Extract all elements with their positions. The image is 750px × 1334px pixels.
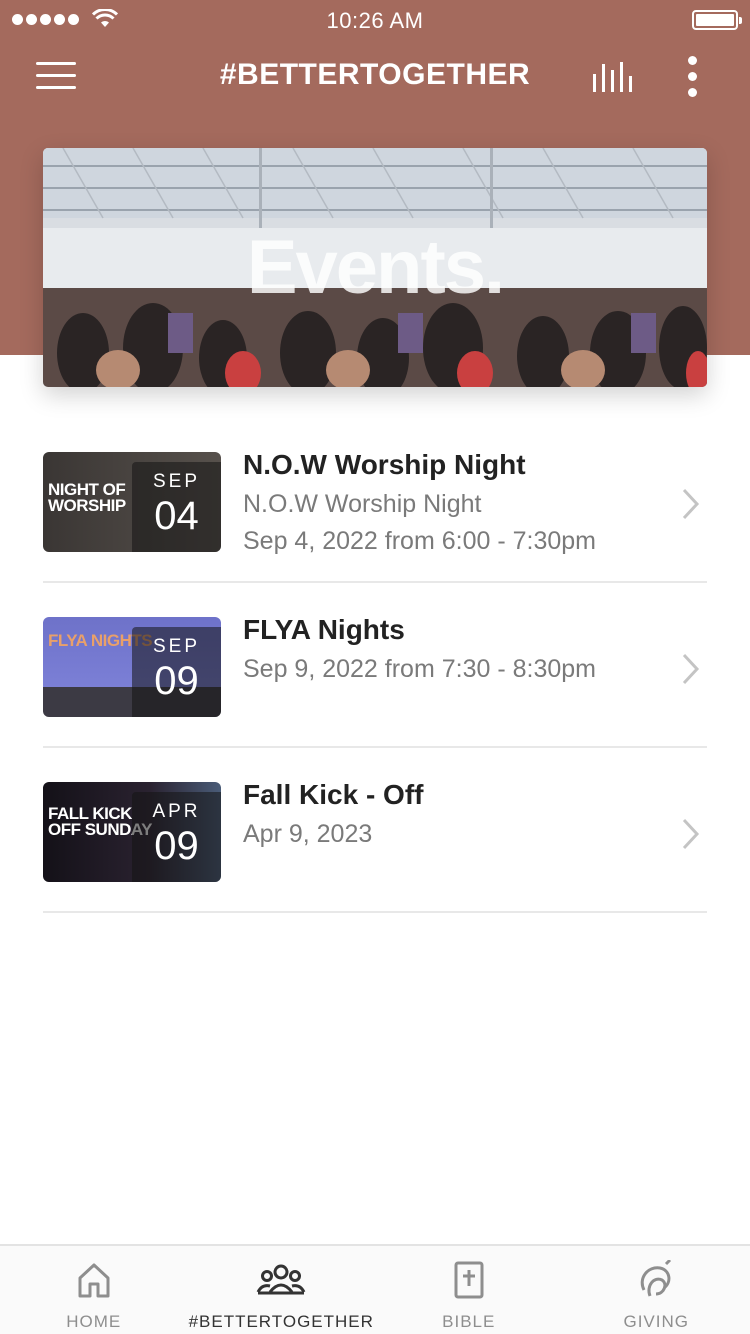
date-month: APR	[152, 801, 201, 822]
chevron-right-icon	[682, 653, 700, 685]
status-time: 10:26 AM	[326, 8, 424, 33]
date-month: SEP	[152, 471, 201, 492]
event-title: FLYA Nights	[243, 614, 405, 645]
tab-label: #BETTERTOGETHER	[188, 1312, 374, 1331]
date-day: 04	[154, 494, 199, 538]
event-date: Sep 4, 2022 from 6:00 - 7:30pm	[243, 527, 596, 555]
event-subtitle: N.O.W Worship Night	[243, 490, 482, 518]
event-row[interactable]: FALL KICK OFF SUNDAY APR 09 Fall Kick - …	[43, 748, 707, 913]
more-options-button[interactable]	[680, 56, 706, 98]
event-row[interactable]: FLYA NIGHTS SEP 09 FLYA Nights Sep 9, 20…	[43, 583, 707, 748]
event-thumbnail: FALL KICK OFF SUNDAY APR 09	[43, 782, 221, 882]
date-day: 09	[154, 824, 199, 868]
tab-bettertogether[interactable]: #BETTERTOGETHER	[188, 1246, 376, 1334]
event-title: N.O.W Worship Night	[243, 449, 526, 480]
tab-home[interactable]: HOME	[0, 1246, 188, 1334]
page-title: #BETTERTOGETHER	[219, 58, 531, 91]
banner-title: Events.	[246, 225, 505, 310]
stats-icon[interactable]	[590, 58, 636, 98]
battery-icon	[692, 10, 742, 30]
date-badge: SEP 04	[132, 462, 221, 552]
home-icon	[78, 1263, 110, 1298]
event-list: NIGHT OF WORSHIP SEP 04 N.O.W Worship Ni…	[43, 418, 707, 913]
chevron-right-icon	[682, 818, 700, 850]
tab-bible[interactable]: BIBLE	[375, 1246, 563, 1334]
chevron-right-icon	[682, 488, 700, 520]
event-row[interactable]: NIGHT OF WORSHIP SEP 04 N.O.W Worship Ni…	[43, 418, 707, 583]
date-badge: SEP 09	[132, 627, 221, 717]
events-banner[interactable]: Events.	[43, 148, 707, 387]
date-month: SEP	[152, 636, 201, 657]
event-thumbnail: NIGHT OF WORSHIP SEP 04	[43, 452, 221, 552]
event-date: Apr 9, 2023	[243, 820, 373, 848]
event-thumbnail: FLYA NIGHTS SEP 09	[43, 617, 221, 717]
bible-icon	[454, 1261, 484, 1299]
tab-label: BIBLE	[442, 1312, 496, 1331]
event-title: Fall Kick - Off	[243, 779, 424, 810]
tab-label: HOME	[66, 1312, 122, 1331]
tab-label: GIVING	[623, 1312, 689, 1331]
giving-icon	[641, 1260, 672, 1297]
date-day: 09	[154, 659, 199, 703]
group-icon	[256, 1264, 306, 1295]
event-date: Sep 9, 2022 from 7:30 - 8:30pm	[243, 655, 596, 683]
tab-bar: HOME #BETTERTOGETHER BIBLE GIVING	[0, 1244, 750, 1334]
date-badge: APR 09	[132, 792, 221, 882]
tab-giving[interactable]: GIVING	[563, 1246, 750, 1334]
status-bar: 10:26 AM	[0, 0, 750, 40]
